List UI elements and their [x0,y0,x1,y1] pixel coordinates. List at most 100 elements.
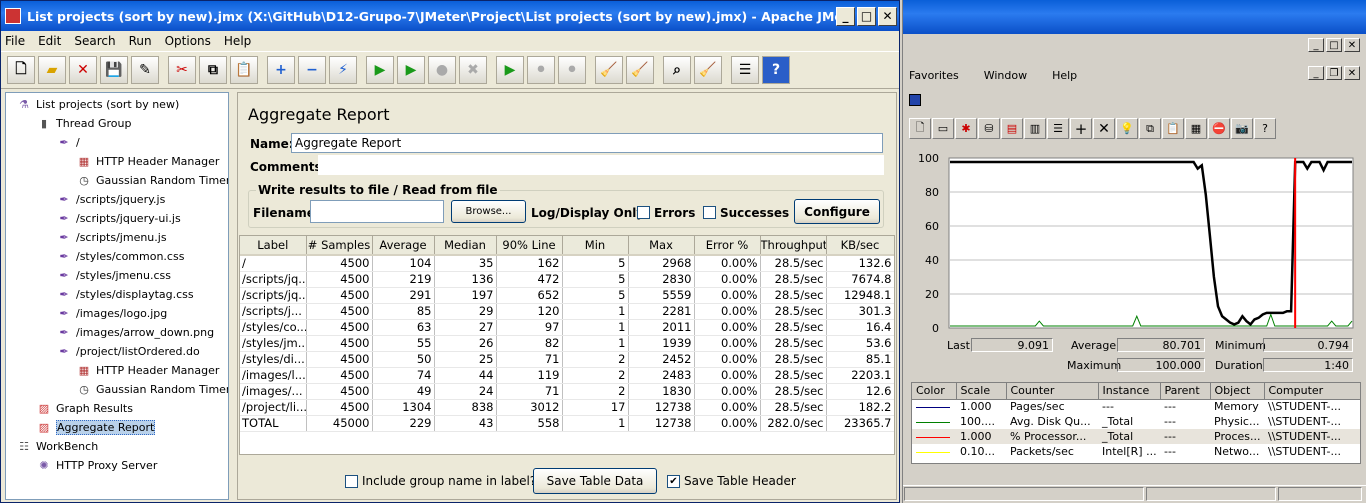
jmeter-titlebar[interactable]: List projects (sort by new).jmx (X:\GitH… [1,1,899,31]
minimize-button[interactable]: _ [836,6,855,26]
column-header[interactable]: # Samples [306,236,373,256]
errors-checkbox[interactable] [637,206,650,219]
menu-run[interactable]: Run [129,34,152,48]
counter-column-header[interactable]: Scale [956,383,1007,400]
table-row[interactable]: /scripts/j... 4500 85 29 120 1 2281 0.00% 28.5/s… [240,303,894,320]
counter-column-header[interactable]: Computer [1264,383,1361,400]
menu-edit[interactable]: Edit [38,34,61,48]
pm-minimize-button[interactable]: _ [1308,38,1324,52]
menu-window[interactable]: Window [984,69,1027,82]
close-file-icon[interactable]: ✕ [69,56,97,84]
filename-input[interactable] [310,200,444,223]
table-row[interactable]: TOTAL 45000 229 43 558 1 12738 0.00% 282.0/sec 23… [240,415,894,432]
counter-column-header[interactable]: Color [912,383,957,400]
tree-node[interactable]: ▨ Graph Results [36,400,133,417]
counter-row[interactable]: 1.000 Pages/sec --- --- Memory \\STUDENT-... [912,399,1360,414]
tree-node[interactable]: ✒ /scripts/jquery.js [56,191,165,208]
properties-icon[interactable]: ▦ [1185,118,1207,139]
expand-icon[interactable]: + [267,56,295,84]
column-header[interactable]: Error % [694,236,761,256]
tree-node[interactable]: ◷ Gaussian Random Timer [76,172,228,189]
tree-node[interactable]: ✺ HTTP Proxy Server [36,457,157,474]
counter-row[interactable]: 0.10... Packets/sec Intel[R] ... --- Netwo..… [912,444,1360,459]
column-header[interactable]: Label [240,236,307,256]
save-screenshot-icon[interactable]: ✎ [131,56,159,84]
column-header[interactable]: Median [434,236,497,256]
menu-help-pm[interactable]: Help [1052,69,1077,82]
clear-icon[interactable]: 🧹 [595,56,623,84]
add-counter-icon[interactable]: + [1070,118,1092,139]
tree-node[interactable]: ✒ /scripts/jmenu.js [56,229,166,246]
save-table-header-checkbox[interactable]: ✔ [667,475,680,488]
search-binoculars-icon[interactable]: ⌕ [663,56,691,84]
tree-node[interactable]: ✒ /styles/displaytag.css [56,286,193,303]
tree-node[interactable]: ✒ /images/arrow_down.png [56,324,214,341]
pm-close-button[interactable]: ✕ [1344,38,1360,52]
column-header[interactable]: KB/sec [826,236,894,256]
save-icon[interactable]: 💾 [100,56,128,84]
include-group-checkbox[interactable] [345,475,358,488]
tree-node[interactable]: ▦ HTTP Header Manager [76,153,220,170]
menu-help[interactable]: Help [224,34,251,48]
mdi-close-button[interactable]: ✕ [1344,66,1360,80]
start-no-pause-icon[interactable]: ▶ [397,56,425,84]
column-header[interactable]: Throughput [760,236,827,256]
menu-favorites[interactable]: Favorites [909,69,959,82]
remote-stop-icon[interactable]: ⚫ [527,56,555,84]
tree-node[interactable]: ✒ /styles/jmenu.css [56,267,171,284]
tree-node[interactable]: ☷ WorkBench [16,438,98,455]
help-pm-icon[interactable]: ? [1254,118,1276,139]
view-histogram-icon[interactable]: ▥ [1024,118,1046,139]
tree-node[interactable]: ▨ Aggregate Report [36,419,156,436]
counter-column-header[interactable]: Parent [1160,383,1211,400]
maximize-button[interactable]: □ [857,6,876,26]
column-header[interactable]: Min [562,236,629,256]
counter-column-header[interactable]: Instance [1098,383,1161,400]
delete-counter-icon[interactable]: ✕ [1093,118,1115,139]
paste-counter-icon[interactable]: 📋 [1162,118,1184,139]
cut-icon[interactable]: ✂ [168,56,196,84]
tree-node[interactable]: ▦ HTTP Header Manager [76,362,220,379]
pm-maximize-button[interactable]: □ [1326,38,1342,52]
update-data-icon[interactable]: 📷 [1231,118,1253,139]
copy-icon[interactable]: ⧉ [199,56,227,84]
table-row[interactable]: /images/... 4500 49 24 71 2 1830 0.00% 28.5/sec 1… [240,383,894,400]
counter-row[interactable]: 1.000 % Processor... _Total --- Proces... \\S… [912,429,1360,444]
save-table-data-button[interactable]: Save Table Data [533,468,657,494]
table-row[interactable]: /scripts/jq... 4500 219 136 472 5 2830 0.00% 28.… [240,271,894,288]
paste-icon[interactable]: 📋 [230,56,258,84]
highlight-icon[interactable]: 💡 [1116,118,1138,139]
freeze-display-icon[interactable]: ⛔ [1208,118,1230,139]
menu-file[interactable]: File [5,34,25,48]
counter-column-header[interactable]: Counter [1006,383,1099,400]
table-row[interactable]: /scripts/jq... 4500 291 197 652 5 5559 0.00% 28.… [240,287,894,304]
tree-node[interactable]: ✒ /styles/common.css [56,248,184,265]
collapse-icon[interactable]: − [298,56,326,84]
name-field[interactable]: Aggregate Report [291,133,883,153]
table-row[interactable]: /project/li... 4500 1304 838 3012 17 12738 0.00… [240,399,894,416]
browse-button[interactable]: Browse... [451,200,526,223]
remote-start-icon[interactable]: ▶ [496,56,524,84]
table-row[interactable]: /4500 104 35 162 5 2968 0.00% 28.5/sec 132.6 [240,255,894,272]
clear-all-icon[interactable]: 🧹 [626,56,654,84]
tree-node[interactable]: ✒ /images/logo.jpg [56,305,167,322]
counter-column-header[interactable]: Object [1210,383,1265,400]
comments-field[interactable] [318,155,884,175]
function-helper-icon[interactable]: ☰ [731,56,759,84]
stop-icon[interactable]: ● [428,56,456,84]
new-icon[interactable]: 🗋 [7,56,35,84]
view-report-icon[interactable]: ☰ [1047,118,1069,139]
menu-options[interactable]: Options [165,34,211,48]
help-icon[interactable]: ? [762,56,790,84]
tree-node[interactable]: ✒ /project/listOrdered.do [56,343,199,360]
start-icon[interactable]: ▶ [366,56,394,84]
menu-search[interactable]: Search [74,34,115,48]
table-row[interactable]: /styles/di... 4500 50 25 71 2 2452 0.00% 28.5/se… [240,351,894,368]
tree-node[interactable]: ▮ Thread Group [36,115,131,132]
new-counter-set-icon[interactable]: 🗋 [909,118,931,139]
column-header[interactable]: 90% Line [496,236,563,256]
mdi-minimize-button[interactable]: _ [1308,66,1324,80]
configure-button[interactable]: Configure [794,199,880,224]
view-graph-icon[interactable]: ▤ [1001,118,1023,139]
view-current-icon[interactable]: ✱ [955,118,977,139]
